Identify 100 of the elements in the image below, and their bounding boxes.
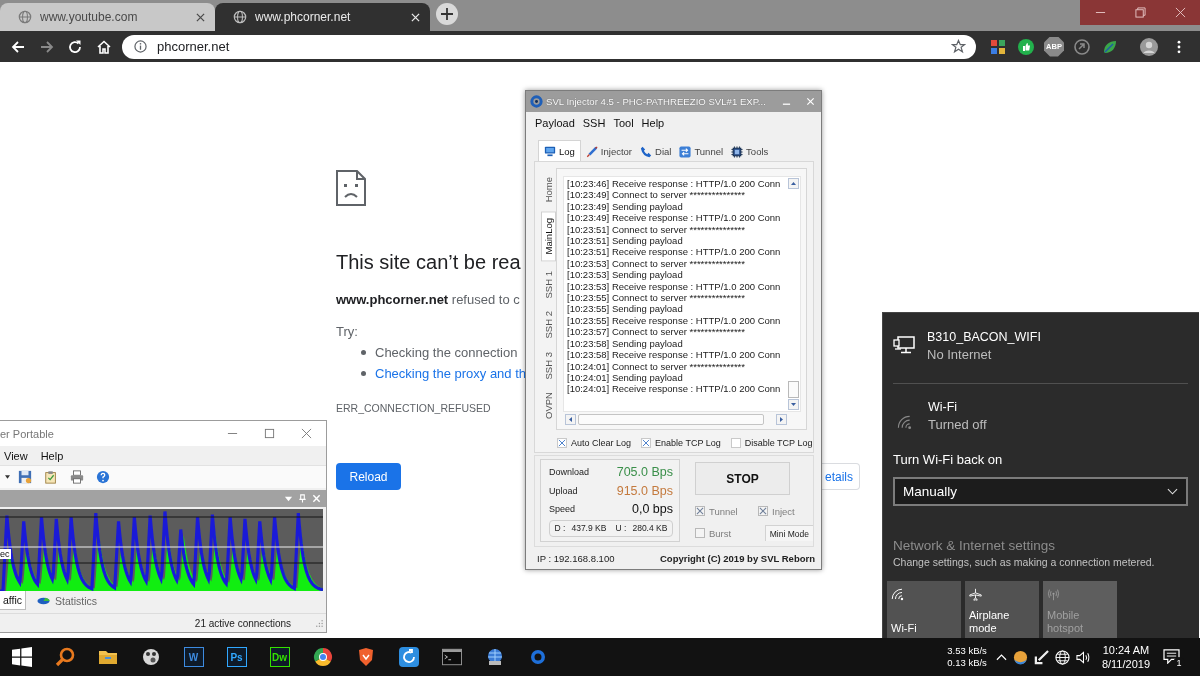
restore-icon[interactable] xyxy=(1134,7,1146,18)
log-line: [10:24:01] Receive response : HTTP/1.0 200 Conn xyxy=(567,383,782,395)
checkbox[interactable] xyxy=(641,438,652,448)
total-label: U : xyxy=(615,523,627,533)
help-icon[interactable] xyxy=(96,470,110,484)
side-tab[interactable]: SSH 1 xyxy=(541,266,556,303)
monitor-icon xyxy=(544,145,556,157)
dropdown[interactable]: Manually xyxy=(893,477,1188,506)
menu-item[interactable]: SSH xyxy=(582,117,606,129)
tab[interactable]: Tunnel xyxy=(676,142,727,161)
log-line: [10:23:53] Sending payload xyxy=(567,269,684,281)
resize-grip-icon[interactable] xyxy=(315,619,323,627)
tab[interactable]: Injector xyxy=(582,142,635,161)
reload-icon[interactable] xyxy=(67,38,84,55)
network-status: No Internet xyxy=(927,346,993,363)
log-line: [10:24:01] Connect to server *************** xyxy=(567,360,746,372)
ring-icon[interactable] xyxy=(530,650,545,664)
app-tile[interactable]: Ps xyxy=(226,647,247,667)
network-name: B310_BACON_WIFI xyxy=(927,329,1041,346)
home-icon[interactable] xyxy=(95,38,112,55)
maximize-icon[interactable] xyxy=(264,428,275,439)
menu-item[interactable]: Payload xyxy=(535,117,575,129)
arrow-left-icon[interactable] xyxy=(10,38,27,55)
side-tab[interactable]: MainLog xyxy=(541,211,556,262)
circle-dots-icon[interactable] xyxy=(140,647,161,667)
star-icon[interactable] xyxy=(951,39,966,54)
quick-action-tile[interactable]: Airplane mode xyxy=(965,581,1039,638)
caret-down-icon[interactable] xyxy=(5,475,10,479)
checkbox[interactable] xyxy=(557,438,567,448)
orb-icon[interactable] xyxy=(1012,649,1028,665)
monitor-icon xyxy=(893,335,915,355)
browser-tab[interactable]: www.phcorner.net xyxy=(215,3,430,31)
reload-button[interactable]: Reload xyxy=(336,463,401,490)
menu-item[interactable]: View xyxy=(4,449,28,462)
network-item[interactable]: B310_BACON_WIFI No Internet xyxy=(893,329,1188,363)
network-speed: 3.53 kB/s xyxy=(947,645,987,657)
log-line: [10:23:58] Receive response : HTTP/1.0 200 Conn xyxy=(567,349,782,361)
mini-mode-button[interactable]: Mini Mode xyxy=(764,525,813,541)
tab[interactable]: affic xyxy=(0,591,27,610)
tab[interactable]: Log xyxy=(538,140,581,161)
quick-action-tile[interactable]: Wi-Fi xyxy=(887,581,961,638)
stat-value: 915.0 Bps xyxy=(616,483,673,498)
pin-icon[interactable] xyxy=(298,494,307,503)
ring-icon xyxy=(530,95,543,108)
printer-icon[interactable] xyxy=(70,470,84,484)
segmented-circle-icon[interactable] xyxy=(312,647,333,667)
checkbox-label: Inject xyxy=(772,505,795,517)
suggestion-link[interactable]: Checking the proxy and th xyxy=(375,366,527,381)
arrow-right-icon[interactable] xyxy=(38,38,55,55)
arrow-up-icon[interactable] xyxy=(788,178,799,189)
side-tab[interactable]: OVPN xyxy=(541,388,556,424)
thumbs-up-icon[interactable] xyxy=(1018,38,1034,55)
wifi-status: Turned off xyxy=(928,416,987,433)
arrow-down-icon[interactable] xyxy=(788,399,799,410)
clipboard-icon[interactable] xyxy=(44,470,58,484)
sync-icon[interactable] xyxy=(398,647,419,667)
details-button[interactable]: etails xyxy=(821,463,860,490)
triangle-down-icon[interactable] xyxy=(284,494,293,503)
chevron-up-icon[interactable] xyxy=(995,653,1007,661)
app-tile[interactable]: Dw xyxy=(269,647,290,667)
menu-item[interactable]: Tool xyxy=(613,117,634,129)
side-tab[interactable]: SSH 2 xyxy=(541,307,556,343)
log-line: [10:23:53] Receive response : HTTP/1.0 200 Conn xyxy=(567,280,782,293)
leaf-icon[interactable] xyxy=(1102,38,1118,55)
browser-tab[interactable]: www.youtube.com xyxy=(0,3,215,31)
scroll-thumb[interactable] xyxy=(788,381,799,398)
avatar-icon[interactable] xyxy=(1140,37,1158,56)
menu-icon[interactable] xyxy=(1177,39,1181,54)
app-tile[interactable]: W xyxy=(183,647,204,667)
vertical-scrollbar[interactable] xyxy=(788,177,800,411)
menu-item[interactable]: Help xyxy=(40,449,64,462)
speaker-icon[interactable] xyxy=(1075,649,1091,665)
windows-icon[interactable] xyxy=(11,647,32,667)
arrow-right-icon[interactable] xyxy=(776,413,787,425)
settings-link[interactable]: Network & Internet settings xyxy=(893,537,1056,554)
tab[interactable]: Tools xyxy=(728,142,772,161)
globe-icon xyxy=(18,10,32,24)
suggestion-text: Checking the connection xyxy=(375,345,518,360)
ip-address: IP : 192.168.8.100 xyxy=(537,552,615,564)
try-label: Try: xyxy=(336,324,358,340)
tab[interactable]: Dial xyxy=(637,142,675,161)
globe-icon[interactable] xyxy=(1054,649,1070,665)
arrow-left-icon[interactable] xyxy=(565,413,576,425)
notification-button[interactable]: 1 xyxy=(1158,638,1188,676)
stop-button[interactable]: STOP xyxy=(695,462,790,495)
close-icon[interactable] xyxy=(196,12,205,22)
address-bar[interactable]: phcorner.net xyxy=(122,34,976,59)
search-icon[interactable] xyxy=(54,647,75,667)
squares-icon[interactable] xyxy=(990,38,1006,55)
side-tab[interactable]: SSH 3 xyxy=(541,347,556,384)
info-icon[interactable] xyxy=(134,40,147,53)
tab[interactable]: Statistics xyxy=(34,591,101,610)
checkbox[interactable] xyxy=(730,438,741,448)
scroll-thumb[interactable] xyxy=(578,413,764,425)
menu-item[interactable]: Help xyxy=(641,117,665,129)
plus-icon[interactable] xyxy=(436,2,458,25)
log-line: [10:23:58] Sending payload xyxy=(567,337,684,350)
arrow-icon[interactable] xyxy=(1033,649,1049,665)
terminal-icon[interactable] xyxy=(441,647,462,667)
side-tab[interactable]: Home xyxy=(541,173,556,207)
